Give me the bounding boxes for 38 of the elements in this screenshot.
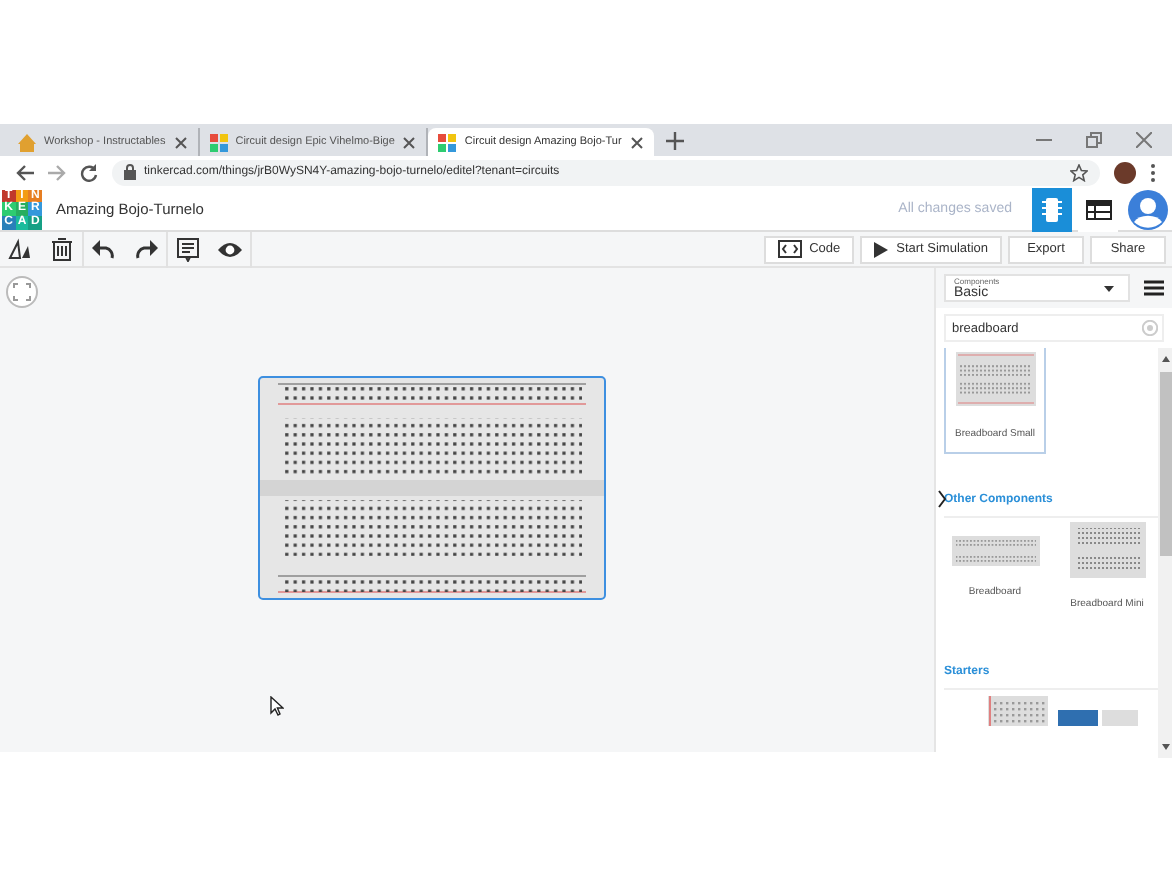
chip-icon: [1042, 197, 1062, 221]
table-icon: [1085, 199, 1111, 219]
fit-view-button[interactable]: [6, 276, 38, 308]
caret-icon: [1104, 285, 1114, 291]
code-icon: [777, 240, 802, 258]
breadboard-thumbnail: [1069, 522, 1145, 578]
undo-icon: [92, 237, 116, 261]
play-icon: [874, 241, 889, 257]
circuit-thumbnail: [988, 696, 1048, 726]
circuit-view-button[interactable]: [1032, 187, 1072, 231]
trash-icon: [49, 237, 73, 261]
note-icon: [176, 237, 200, 261]
close-icon: [173, 135, 188, 149]
eye-icon: [217, 237, 241, 261]
grid-logo-icon: [438, 133, 457, 151]
more-icon: [1150, 163, 1156, 181]
forward-icon: [48, 163, 66, 181]
clear-icon: [1142, 320, 1158, 336]
chevron-icon: [938, 490, 946, 508]
breadboard-thumbnail: [955, 352, 1035, 406]
redo-icon: [133, 237, 157, 261]
avatar-icon: [1114, 161, 1136, 183]
close-icon: [402, 135, 417, 149]
list-icon: [1144, 280, 1164, 296]
rotate-icon: [8, 237, 32, 261]
reload-icon: [80, 163, 98, 181]
lock-icon: [124, 164, 136, 180]
plus-icon: [665, 132, 684, 150]
breadboard-thumbnail: [951, 535, 1039, 565]
cursor-icon: [270, 696, 284, 716]
circuit-thumbnail: [1058, 710, 1138, 726]
restore-icon: [1086, 132, 1102, 148]
close-icon: [1136, 132, 1152, 148]
close-icon: [629, 135, 644, 149]
star-icon: [1070, 163, 1088, 181]
back-icon: [16, 163, 34, 181]
grid-logo-icon: [209, 133, 228, 151]
house-icon: [18, 133, 36, 151]
